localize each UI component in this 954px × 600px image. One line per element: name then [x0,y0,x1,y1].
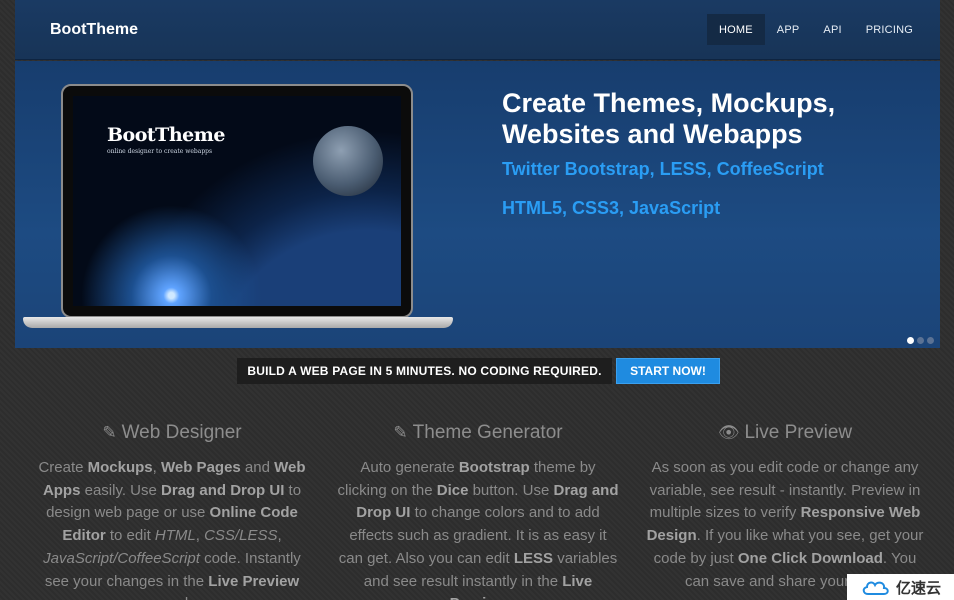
laptop-screen-bezel: BootTheme online designer to create weba… [61,84,413,318]
carousel-dot-1[interactable] [907,337,914,344]
hero-carousel: BootTheme online designer to create weba… [15,61,940,348]
feature-title-text: Web Designer [121,422,242,443]
moon-graphic [313,126,383,196]
hero-title-line-2: Websites and Webapps [502,119,803,149]
nav-item-app[interactable]: APP [765,14,812,45]
feature-title: ✎ Theme Generator [336,421,620,445]
screen-title: BootTheme [107,124,225,146]
hero-subtitle-1: Twitter Bootstrap, LESS, CoffeeScript [502,159,824,179]
carousel-dot-3[interactable] [927,337,934,344]
edit-icon: ✎ [102,423,117,442]
hero-subtitle-2: HTML5, CSS3, JavaScript [502,198,721,218]
feature-title: 👁 Live Preview [643,421,927,445]
feature-description: Create Mockups, Web Pages and Web Apps e… [38,459,306,600]
feature-title-text: Live Preview [744,422,853,443]
feature-title: ✎ Web Designer [30,421,314,445]
cta-tagline: BUILD A WEB PAGE IN 5 MINUTES. NO CODING… [237,358,612,384]
feature-description: Auto generate Bootstrap theme by clickin… [337,459,619,600]
edit-icon: ✎ [393,423,408,442]
feature-web-designer: ✎ Web Designer Create Mockups, Web Pages… [30,421,314,600]
nav-item-api[interactable]: API [811,14,853,45]
carousel-indicators [907,337,934,344]
eye-icon: 👁 [717,423,740,442]
nav-item-home[interactable]: HOME [706,14,765,45]
feature-description: As soon as you edit code or change any v… [646,459,924,590]
start-now-button[interactable]: START NOW! [616,358,720,384]
watermark-badge: 亿速云 [847,574,954,600]
screen-subtitle: online designer to create webapps [107,148,213,155]
laptop-base [23,317,453,328]
nav-item-pricing[interactable]: PRICING [854,14,925,45]
laptop-screen: BootTheme online designer to create weba… [73,96,401,306]
cloud-icon [862,581,889,595]
watermark-text: 亿速云 [895,579,941,597]
hero-title-line-1: Create Themes, Mockups, [502,88,836,118]
laptop-illustration: BootTheme online designer to create weba… [23,84,453,334]
brand-logo[interactable]: BootTheme [50,21,138,39]
feature-live-preview: 👁 Live Preview As soon as you edit code … [643,421,927,593]
navbar: BootTheme HOME APP API PRICING [15,0,940,60]
carousel-dot-2[interactable] [917,337,924,344]
hero-title: Create Themes, Mockups, Websites and Web… [502,88,922,150]
nav-menu: HOME APP API PRICING [706,14,925,45]
feature-theme-generator: ✎ Theme Generator Auto generate Bootstra… [336,421,620,600]
feature-title-text: Theme Generator [412,422,563,443]
